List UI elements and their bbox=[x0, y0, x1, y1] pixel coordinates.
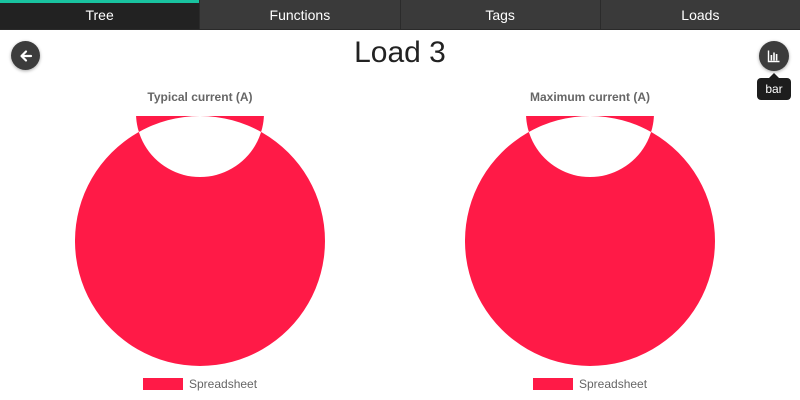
donut-chart-typical bbox=[75, 116, 325, 366]
tab-tree[interactable]: Tree bbox=[0, 0, 201, 29]
tab-functions[interactable]: Functions bbox=[200, 0, 401, 29]
chart-type-toggle-button[interactable] bbox=[759, 41, 789, 71]
legend-typical: Spreadsheet bbox=[143, 377, 257, 391]
tab-bar: Tree Functions Tags Loads bbox=[0, 0, 800, 30]
chart-title-typical: Typical current (A) bbox=[147, 90, 253, 104]
page-title: Load 3 bbox=[354, 36, 446, 69]
tab-tags[interactable]: Tags bbox=[401, 0, 601, 29]
legend-label: Spreadsheet bbox=[579, 377, 648, 391]
legend-swatch bbox=[533, 378, 573, 390]
legend-swatch bbox=[143, 378, 183, 390]
donut-chart-maximum bbox=[465, 116, 715, 366]
tab-loads[interactable]: Loads bbox=[601, 0, 800, 29]
legend-maximum: Spreadsheet bbox=[533, 377, 647, 391]
bar-chart-icon bbox=[767, 50, 780, 63]
chart-toggle-tooltip: bar bbox=[757, 73, 791, 100]
legend-label: Spreadsheet bbox=[189, 377, 258, 391]
chart-title-maximum: Maximum current (A) bbox=[529, 90, 651, 104]
